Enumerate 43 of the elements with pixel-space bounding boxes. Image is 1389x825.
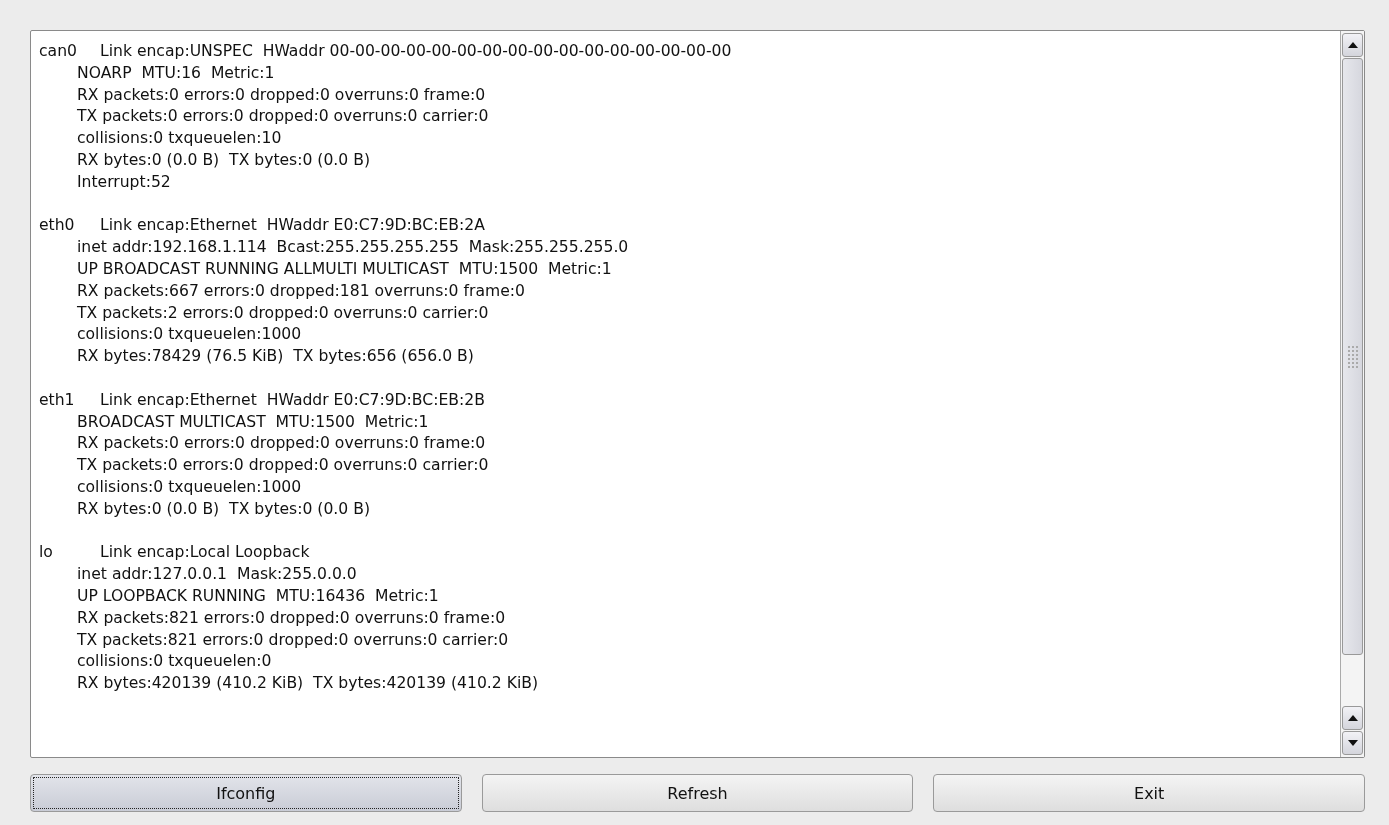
interface-name: can0 bbox=[39, 41, 78, 62]
interface-name: eth1 bbox=[39, 389, 76, 411]
output-line: collisions:0 txqueuelen:1000 bbox=[76, 476, 303, 498]
output-line: Link encap:Ethernet HWaddr E0:C7:9D:BC:EB:2A bbox=[99, 215, 486, 237]
output-line: RX packets:821 errors:0 dropped:0 overruns:0 frame:0 bbox=[76, 607, 507, 629]
output-line: collisions:0 txqueuelen:10 bbox=[76, 128, 283, 150]
output-line: inet addr:127.0.0.1 Mask:255.0.0.0 bbox=[76, 564, 358, 586]
output-line: UP LOOPBACK RUNNING MTU:16436 Metric:1 bbox=[76, 585, 440, 607]
output-line: TX packets:2 errors:0 dropped:0 overruns:0 carrier:0 bbox=[76, 302, 490, 324]
output-line: Link encap:UNSPEC HWaddr 00-00-00-00-00-00-00-00-00-00-00-00-00-00-00-00 bbox=[99, 41, 733, 62]
interface-name: eth0 bbox=[39, 215, 76, 237]
output-line: Interrupt:52 bbox=[76, 171, 172, 193]
output-line: inet addr:192.168.1.114 Bcast:255.255.255.255 Mask:255.255.255.0 bbox=[76, 237, 630, 259]
scroll-up-button[interactable] bbox=[1342, 706, 1363, 730]
output-line: BROADCAST MULTICAST MTU:1500 Metric:1 bbox=[76, 411, 430, 433]
arrow-up-icon bbox=[1347, 42, 1358, 48]
scrollbar[interactable] bbox=[1340, 31, 1364, 757]
refresh-button[interactable]: Refresh bbox=[481, 774, 914, 812]
scroll-down-button[interactable] bbox=[1342, 731, 1363, 755]
output-line: RX bytes:420139 (410.2 KiB) TX bytes:420139 (410.2 KiB) bbox=[76, 673, 539, 695]
ifconfig-button[interactable]: Ifconfig bbox=[30, 774, 462, 812]
output-line: RX packets:0 errors:0 dropped:0 overruns:0 frame:0 bbox=[76, 433, 487, 455]
exit-button[interactable]: Exit bbox=[933, 774, 1365, 812]
output-line: RX bytes:78429 (76.5 KiB) TX bytes:656 (656.0 B) bbox=[76, 346, 475, 368]
output-line: TX packets:0 errors:0 dropped:0 overruns:0 carrier:0 bbox=[76, 455, 490, 477]
interface-name: lo bbox=[39, 542, 54, 564]
output-line: RX packets:667 errors:0 dropped:181 overruns:0 frame:0 bbox=[76, 280, 526, 302]
output-line: TX packets:0 errors:0 dropped:0 overruns:0 carrier:0 bbox=[76, 106, 490, 128]
output-text-area[interactable] bbox=[30, 30, 1365, 758]
output-line: TX packets:821 errors:0 dropped:0 overruns:0 carrier:0 bbox=[76, 629, 510, 651]
output-line: collisions:0 txqueuelen:1000 bbox=[76, 324, 303, 346]
scrollbar-thumb[interactable] bbox=[1342, 58, 1363, 655]
output-line: collisions:0 txqueuelen:0 bbox=[76, 651, 273, 673]
output-line: RX packets:0 errors:0 dropped:0 overruns:0 frame:0 bbox=[76, 84, 487, 106]
output-line: NOARP MTU:16 Metric:1 bbox=[76, 62, 276, 84]
output-line: RX bytes:0 (0.0 B) TX bytes:0 (0.0 B) bbox=[76, 498, 371, 520]
output-line: RX bytes:0 (0.0 B) TX bytes:0 (0.0 B) bbox=[76, 150, 371, 171]
output-line: Link encap:Local Loopback bbox=[99, 542, 311, 564]
output-line: UP BROADCAST RUNNING ALLMULTI MULTICAST MTU:1500 Metric:1 bbox=[76, 258, 613, 280]
arrow-up-icon bbox=[1347, 715, 1358, 721]
arrow-down-icon bbox=[1347, 740, 1358, 746]
output-line: Link encap:Ethernet HWaddr E0:C7:9D:BC:EB:2B bbox=[99, 389, 486, 411]
scroll-up-button[interactable] bbox=[1342, 33, 1363, 57]
